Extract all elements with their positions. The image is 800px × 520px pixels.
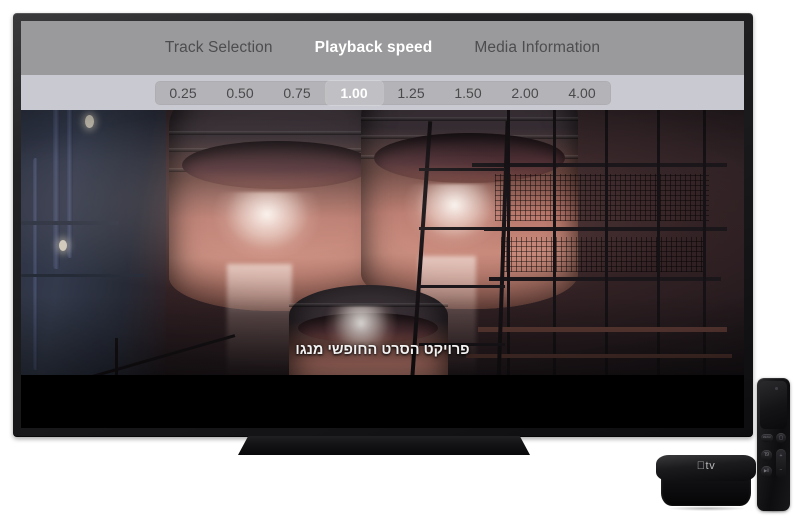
video-player-surface[interactable]: פרויקט הסרט החופשי מנגו (21, 110, 744, 375)
speed-option-0-50[interactable]: 0.50 (212, 81, 269, 105)
tab-playback-speed[interactable]: Playback speed (294, 21, 454, 75)
video-letterbox (21, 375, 744, 428)
playback-speed-selector[interactable]: 0.25 0.50 0.75 1.00 1.25 1.50 2.00 4.00 (154, 80, 611, 105)
microphone-icon: Ἱ9 (763, 452, 770, 458)
volume-down-icon: − (779, 467, 783, 473)
tv-home-icon: ▢ (778, 434, 784, 441)
apple-tv-box: tv (654, 455, 758, 511)
apple-tv-logo: tv (697, 460, 715, 472)
speed-option-1-00[interactable]: 1.00 (325, 80, 383, 105)
tv-screen: Track Selection Playback speed Media Inf… (21, 21, 744, 428)
tv-stand (238, 436, 530, 455)
remote-ir-dot (775, 387, 778, 390)
speed-option-0-25[interactable]: 0.25 (155, 81, 212, 105)
menu-button[interactable]: MENU (761, 434, 773, 442)
speed-option-4-00[interactable]: 4.00 (554, 81, 611, 105)
playback-options-menubar: Track Selection Playback speed Media Inf… (21, 21, 744, 75)
menu-button-label: MENU (762, 435, 771, 439)
remote-touch-surface[interactable] (760, 381, 787, 429)
tv-home-button[interactable]: ▢ (776, 433, 786, 443)
playback-speed-bar: 0.25 0.50 0.75 1.00 1.25 1.50 2.00 4.00 (21, 75, 744, 110)
speed-option-2-00[interactable]: 2.00 (497, 81, 554, 105)
siri-remote[interactable]: MENU ▢ Ἱ9 ▶‖ + − (757, 378, 790, 511)
speed-option-1-50[interactable]: 1.50 (440, 81, 497, 105)
television: Track Selection Playback speed Media Inf… (13, 13, 753, 437)
speed-option-1-25[interactable]: 1.25 (383, 81, 440, 105)
tab-media-information[interactable]: Media Information (453, 21, 621, 75)
apple-tv-top: tv (656, 455, 756, 481)
siri-button[interactable]: Ἱ9 (761, 450, 772, 461)
video-vignette (21, 110, 744, 375)
play-pause-button[interactable]: ▶‖ (761, 466, 772, 477)
speed-option-0-75[interactable]: 0.75 (269, 81, 326, 105)
tab-track-selection[interactable]: Track Selection (144, 21, 294, 75)
video-subtitle: פרויקט הסרט החופשי מנגו (295, 342, 470, 358)
play-pause-icon: ▶‖ (763, 468, 770, 473)
volume-rocker[interactable]: + − (776, 449, 786, 478)
screenshot-root: Track Selection Playback speed Media Inf… (0, 0, 800, 520)
volume-up-icon: + (779, 453, 783, 459)
